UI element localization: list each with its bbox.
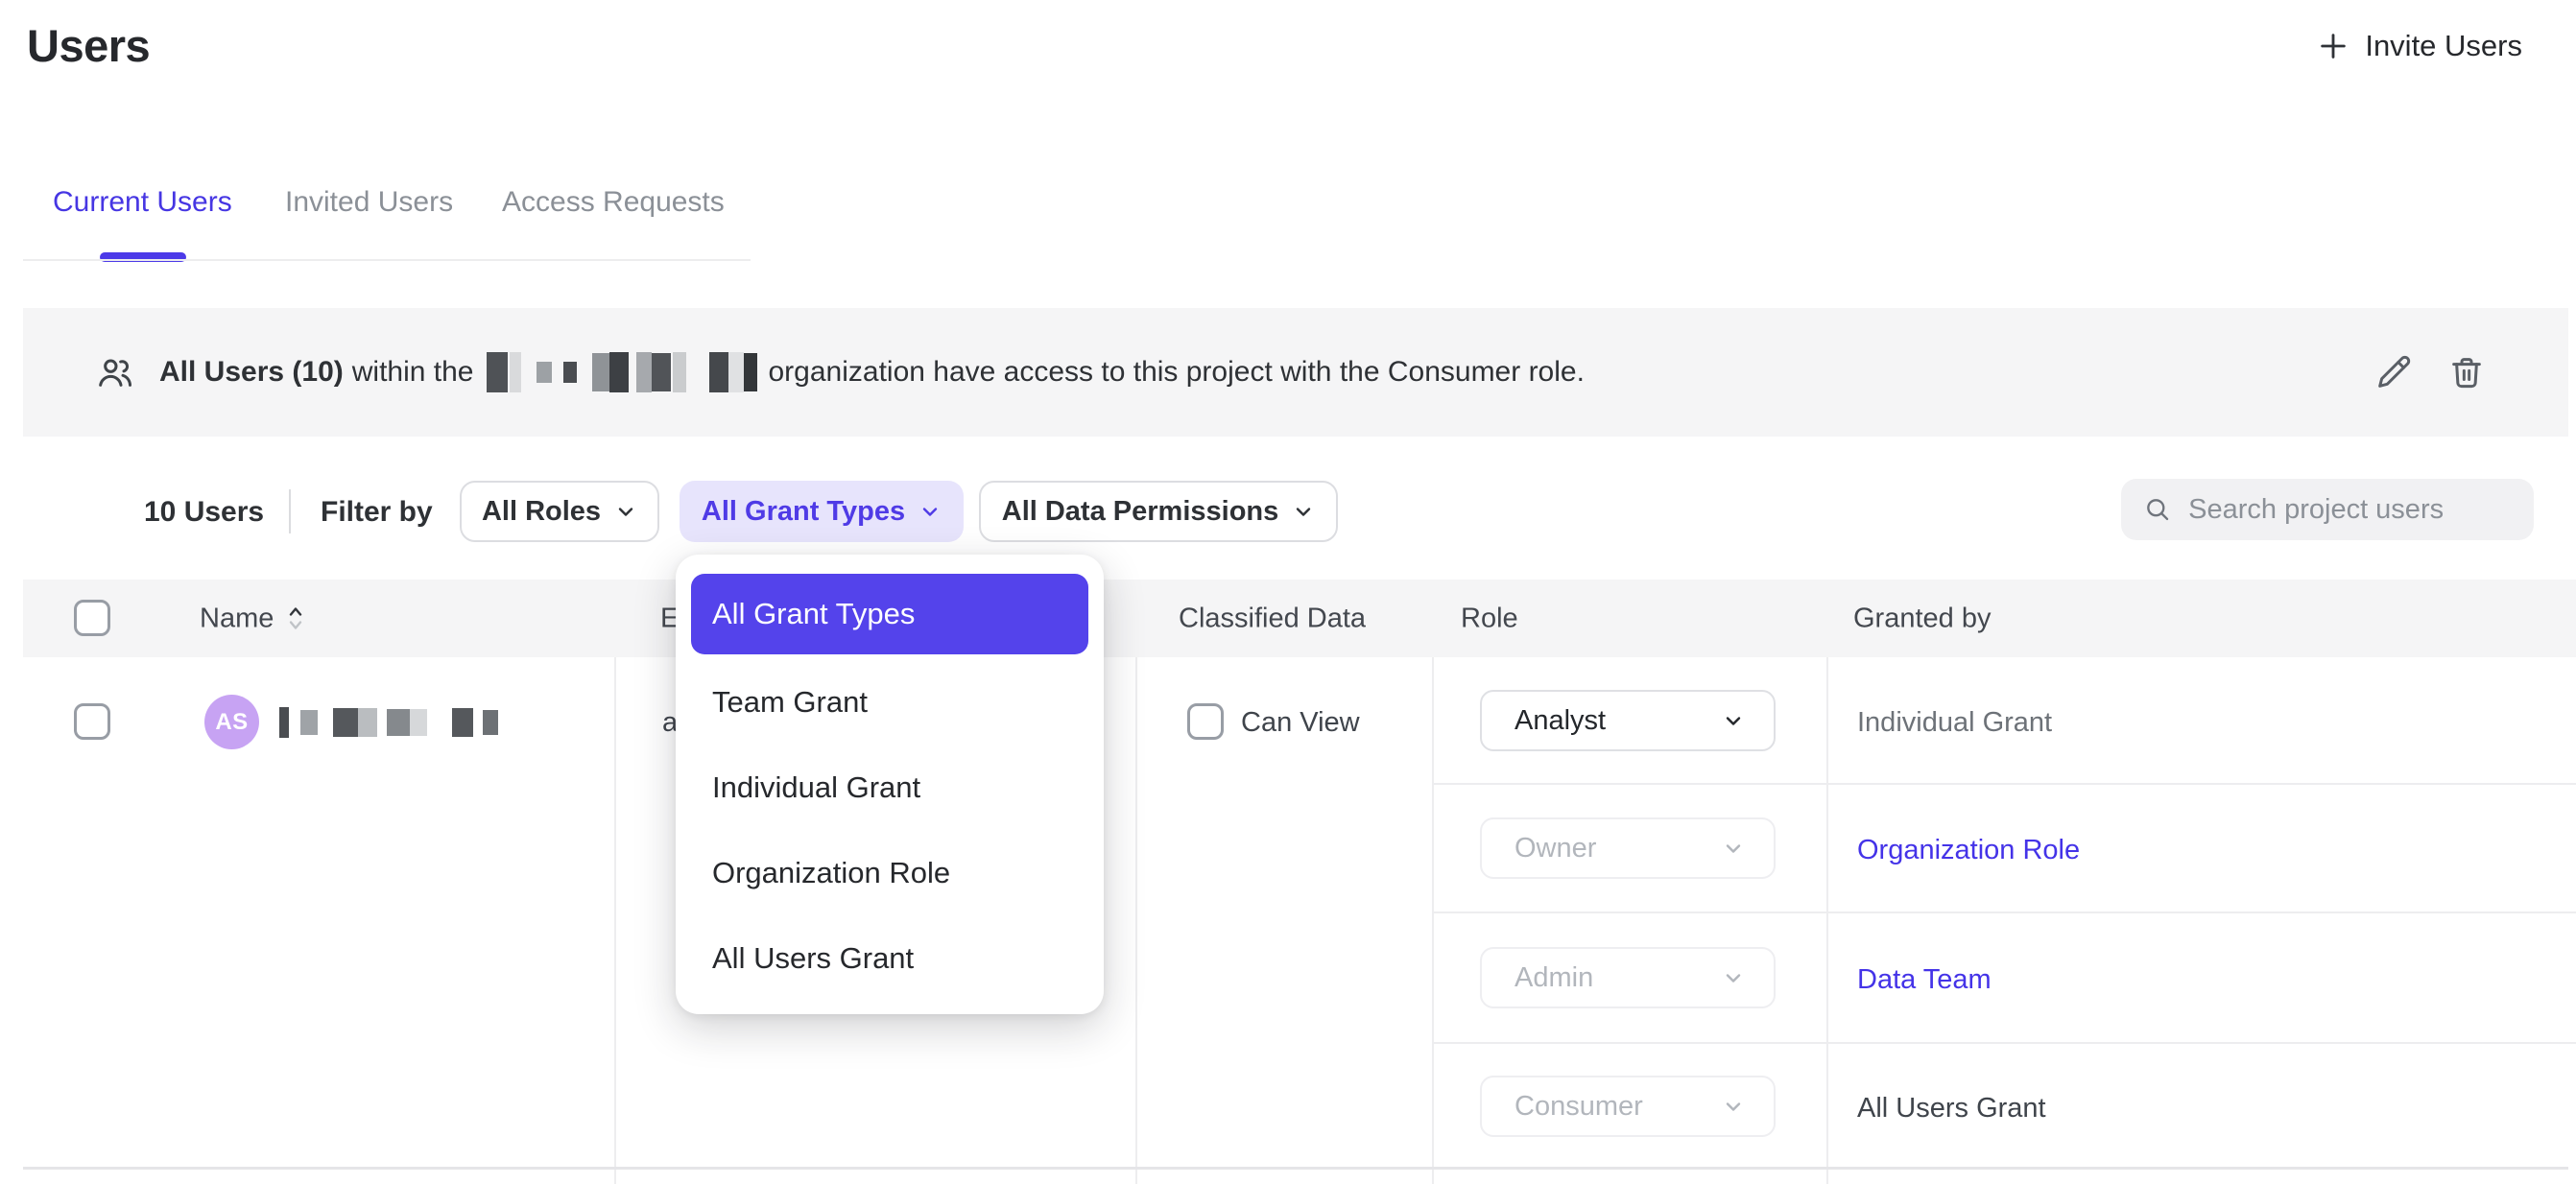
column-divider bbox=[1432, 657, 1434, 1184]
row-checkbox[interactable] bbox=[74, 703, 110, 740]
menu-item-all-users-grant[interactable]: All Users Grant bbox=[691, 928, 1088, 989]
grant-types-filter[interactable]: All Grant Types bbox=[680, 481, 964, 542]
column-header-classified-data: Classified Data bbox=[1179, 603, 1366, 634]
banner-message: All Users (10) within the organization h… bbox=[159, 352, 1593, 392]
redacted-user-name bbox=[279, 707, 498, 738]
role-select-consumer[interactable]: Consumer bbox=[1480, 1076, 1776, 1137]
chevron-down-icon bbox=[614, 500, 637, 523]
can-view-checkbox[interactable] bbox=[1187, 703, 1224, 740]
tab-access-requests[interactable]: Access Requests bbox=[502, 186, 725, 219]
row-divider bbox=[1432, 783, 2576, 785]
search-box[interactable] bbox=[2121, 479, 2534, 540]
column-header-granted-by: Granted by bbox=[1853, 603, 1991, 634]
menu-item-individual-grant[interactable]: Individual Grant bbox=[691, 757, 1088, 818]
menu-item-all-grant-types[interactable]: All Grant Types bbox=[691, 574, 1088, 654]
sort-icon bbox=[287, 604, 304, 634]
column-header-role: Role bbox=[1461, 603, 1518, 634]
select-all-checkbox[interactable] bbox=[74, 600, 110, 636]
table-header-row: Name Email Classified Data Role Granted … bbox=[23, 580, 2576, 657]
granted-by-individual-grant: Individual Grant bbox=[1857, 707, 2052, 739]
granted-by-organization-role-link[interactable]: Organization Role bbox=[1857, 835, 2080, 866]
row-divider bbox=[1432, 912, 2576, 913]
invite-users-label: Invite Users bbox=[2365, 29, 2522, 63]
chevron-down-icon bbox=[1722, 966, 1745, 989]
search-input[interactable] bbox=[2188, 494, 2511, 526]
granted-by-all-users-grant: All Users Grant bbox=[1857, 1093, 2046, 1125]
role-select-admin[interactable]: Admin bbox=[1480, 947, 1776, 1008]
tabs-divider bbox=[23, 259, 751, 261]
all-users-banner: All Users (10) within the organization h… bbox=[23, 308, 2568, 437]
role-select-owner[interactable]: Owner bbox=[1480, 817, 1776, 879]
chevron-down-icon bbox=[918, 500, 942, 523]
menu-item-organization-role[interactable]: Organization Role bbox=[691, 842, 1088, 904]
chevron-down-icon bbox=[1292, 500, 1315, 523]
divider bbox=[289, 489, 291, 533]
data-permissions-filter[interactable]: All Data Permissions bbox=[979, 481, 1338, 542]
chevron-down-icon bbox=[1722, 709, 1745, 732]
edit-button[interactable] bbox=[2374, 353, 2413, 391]
users-count: 10 Users bbox=[144, 496, 264, 529]
chevron-down-icon bbox=[1722, 1095, 1745, 1118]
redacted-organization-name bbox=[487, 352, 757, 392]
can-view-label: Can View bbox=[1241, 707, 1360, 739]
all-roles-filter[interactable]: All Roles bbox=[460, 481, 659, 542]
delete-button[interactable] bbox=[2447, 353, 2486, 391]
column-divider bbox=[1826, 657, 1828, 1184]
user-row-divider bbox=[23, 1167, 2568, 1170]
users-icon bbox=[96, 353, 134, 391]
role-select-analyst[interactable]: Analyst bbox=[1480, 690, 1776, 751]
chevron-down-icon bbox=[1722, 837, 1745, 860]
filter-by-label: Filter by bbox=[321, 496, 433, 529]
trash-icon bbox=[2447, 353, 2486, 391]
column-header-name[interactable]: Name bbox=[200, 603, 304, 634]
pencil-icon bbox=[2374, 353, 2413, 391]
plus-icon bbox=[2317, 30, 2349, 62]
column-divider bbox=[1135, 657, 1137, 1184]
avatar: AS bbox=[204, 695, 259, 749]
row-divider bbox=[1432, 1042, 2576, 1044]
page-title: Users bbox=[27, 19, 150, 72]
grant-types-dropdown-menu: All Grant Types Team Grant Individual Gr… bbox=[676, 555, 1104, 1014]
granted-by-data-team-link[interactable]: Data Team bbox=[1857, 964, 1992, 996]
search-icon bbox=[2144, 494, 2171, 525]
menu-item-team-grant[interactable]: Team Grant bbox=[691, 672, 1088, 733]
banner-emphasis: All Users (10) bbox=[159, 356, 344, 389]
column-divider bbox=[614, 657, 616, 1184]
tab-current-users[interactable]: Current Users bbox=[53, 186, 232, 219]
tab-invited-users[interactable]: Invited Users bbox=[285, 186, 453, 219]
invite-users-button[interactable]: Invite Users bbox=[2317, 29, 2522, 63]
